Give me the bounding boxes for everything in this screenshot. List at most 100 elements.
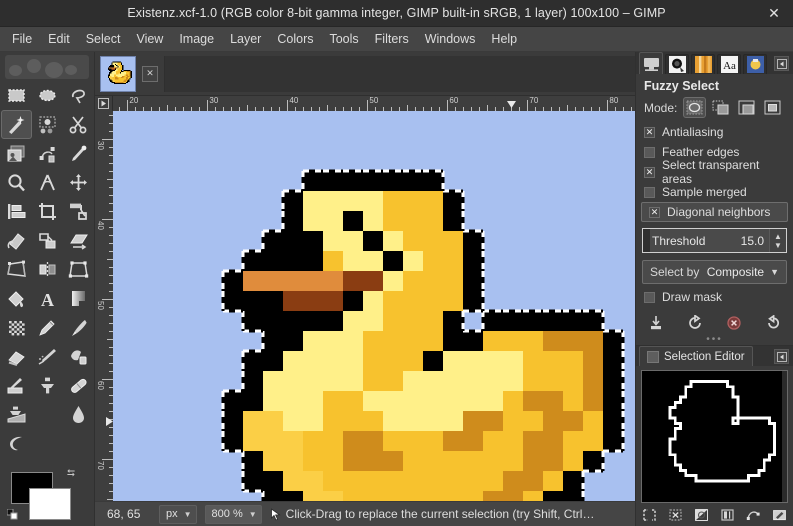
reset-tool-options-icon[interactable] <box>762 312 784 334</box>
brushes-tab[interactable] <box>665 54 689 74</box>
flip-icon[interactable] <box>32 255 63 284</box>
free-select-icon[interactable] <box>63 81 94 110</box>
option-diagonal-neighbors[interactable]: ✕Diagonal neighbors <box>641 202 788 222</box>
rotate-icon[interactable] <box>1 226 32 255</box>
dock-resize-grip[interactable]: ••• <box>636 335 793 345</box>
move-icon[interactable] <box>63 168 94 197</box>
option-select-transparent-areas[interactable]: ✕Select transparent areas <box>636 162 793 182</box>
selection-editor-tab[interactable]: Selection Editor <box>639 346 753 366</box>
spinner-down-icon[interactable]: ▼ <box>774 241 782 250</box>
patterns-tab[interactable] <box>743 54 767 74</box>
gradients-tab[interactable] <box>691 54 715 74</box>
mode-intersect-button[interactable] <box>761 97 784 118</box>
zoom-icon[interactable] <box>1 168 32 197</box>
crop-icon[interactable] <box>32 197 63 226</box>
scale-icon[interactable] <box>32 226 63 255</box>
stroke-selection-icon[interactable] <box>770 506 790 524</box>
save-to-channel-icon[interactable] <box>718 506 738 524</box>
select-all-icon[interactable] <box>639 506 659 524</box>
save-tool-preset-icon[interactable] <box>645 312 667 334</box>
select-by-dropdown[interactable]: Select by Composite ▼ <box>642 260 787 284</box>
swap-colors-icon[interactable]: ⮀ <box>67 468 75 479</box>
pointer-position: 68, 65 <box>107 507 151 521</box>
draw-mask-checkbox[interactable] <box>644 292 655 303</box>
tool-options-tab[interactable] <box>639 52 663 74</box>
heal-icon[interactable] <box>63 371 94 400</box>
transform-icon[interactable] <box>63 197 94 226</box>
pencil-icon[interactable] <box>32 313 63 342</box>
smudge-icon[interactable] <box>63 400 94 429</box>
menu-view[interactable]: View <box>128 29 171 49</box>
dither-icon[interactable] <box>1 313 32 342</box>
checkbox-sample-merged[interactable] <box>644 187 655 198</box>
option-antialiasing[interactable]: ✕Antialiasing <box>636 122 793 142</box>
menu-colors[interactable]: Colors <box>269 29 321 49</box>
default-colors-icon[interactable] <box>7 509 18 523</box>
measure-icon[interactable] <box>32 168 63 197</box>
menu-filters[interactable]: Filters <box>367 29 417 49</box>
menu-help[interactable]: Help <box>483 29 525 49</box>
checkbox-diagonal-neighbors[interactable]: ✕ <box>649 207 660 218</box>
threshold-spinner[interactable]: ▲ ▼ <box>769 229 786 252</box>
menu-layer[interactable]: Layer <box>222 29 269 49</box>
selection-editor-menu-button[interactable] <box>774 349 789 364</box>
select-by-color-icon[interactable] <box>32 110 63 139</box>
paintbrush-icon[interactable] <box>63 313 94 342</box>
menu-windows[interactable]: Windows <box>417 29 484 49</box>
fuzzy-select-icon[interactable] <box>1 110 32 139</box>
threshold-control[interactable]: Threshold 15.0 ▲ ▼ <box>642 228 787 253</box>
checkbox-select-transparent-areas[interactable]: ✕ <box>644 167 655 178</box>
scissors-select-icon[interactable] <box>63 110 94 139</box>
image-thumbnail-tab[interactable] <box>100 56 136 92</box>
cage-transform-icon[interactable] <box>63 255 94 284</box>
mode-subtract-button[interactable] <box>735 97 758 118</box>
tab-close-button[interactable]: ✕ <box>142 66 158 82</box>
spinner-up-icon[interactable]: ▲ <box>774 232 782 241</box>
menu-image[interactable]: Image <box>171 29 222 49</box>
restore-tool-preset-icon[interactable] <box>684 312 706 334</box>
shear-icon[interactable] <box>63 226 94 255</box>
window-close-button[interactable]: ✕ <box>755 0 793 27</box>
perspective-clone-icon[interactable] <box>1 400 32 429</box>
checkbox-feather-edges[interactable] <box>644 147 655 158</box>
checkbox-antialiasing[interactable]: ✕ <box>644 127 655 138</box>
color-picker-icon[interactable] <box>63 139 94 168</box>
selection-to-path-icon[interactable] <box>744 506 764 524</box>
fonts-tab[interactable]: Aa <box>717 54 741 74</box>
selection-editor-preview[interactable] <box>641 370 788 503</box>
delete-tool-preset-icon[interactable] <box>723 312 745 334</box>
menu-arrow-button[interactable] <box>95 96 113 111</box>
blur-sharpen-icon[interactable] <box>32 400 63 429</box>
perspective-icon[interactable] <box>1 255 32 284</box>
mypaint-brush-icon[interactable] <box>1 371 32 400</box>
menu-edit[interactable]: Edit <box>40 29 78 49</box>
draw-mask-row[interactable]: Draw mask <box>636 288 793 306</box>
vertical-ruler[interactable]: 3040506070 <box>95 111 113 511</box>
unit-selector[interactable]: px ▼ <box>159 505 197 524</box>
menu-file[interactable]: File <box>4 29 40 49</box>
dodge-burn-icon[interactable] <box>1 429 32 458</box>
rectangle-select-icon[interactable] <box>1 81 32 110</box>
mode-add-button[interactable] <box>709 97 732 118</box>
clone-icon[interactable] <box>32 371 63 400</box>
text-icon[interactable]: A <box>32 284 63 313</box>
tool-option-checkbox-list: ✕AntialiasingFeather edges✕Select transp… <box>636 122 793 222</box>
select-none-icon[interactable] <box>665 506 685 524</box>
bucket-fill-icon[interactable] <box>1 284 32 313</box>
zoom-selector[interactable]: 800 % ▼ <box>205 505 262 524</box>
paths-icon[interactable] <box>32 139 63 168</box>
gradient-icon[interactable] <box>63 284 94 313</box>
foreground-select-icon[interactable] <box>1 139 32 168</box>
invert-selection-icon[interactable] <box>691 506 711 524</box>
menu-select[interactable]: Select <box>78 29 129 49</box>
align-icon[interactable] <box>1 197 32 226</box>
ink-icon[interactable] <box>63 342 94 371</box>
mode-replace-button[interactable] <box>683 97 706 118</box>
menu-tools[interactable]: Tools <box>321 29 366 49</box>
airbrush-icon[interactable] <box>32 342 63 371</box>
ellipse-select-icon[interactable] <box>32 81 63 110</box>
selection-preview-scrollbar[interactable] <box>782 371 787 502</box>
dock-menu-button[interactable] <box>774 56 789 71</box>
background-color-swatch[interactable] <box>29 488 71 520</box>
eraser-icon[interactable] <box>1 342 32 371</box>
